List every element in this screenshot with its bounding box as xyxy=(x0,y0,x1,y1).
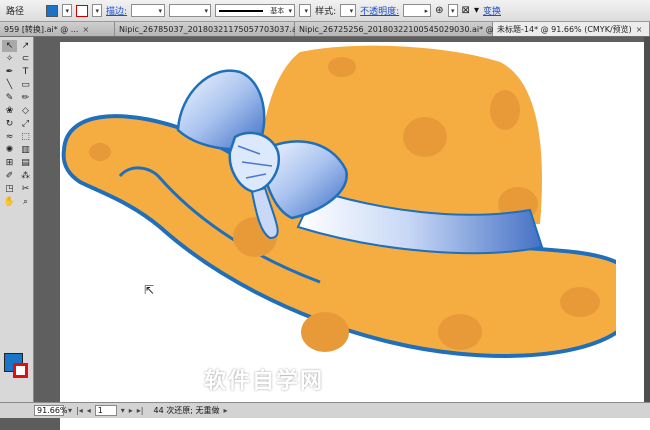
style-dropdown[interactable]: ▾ xyxy=(340,4,357,17)
warp-icon[interactable]: ≈ xyxy=(2,131,17,143)
tab-label: 959 [转换].ai* @ ... xyxy=(4,24,79,34)
magic-wand-icon[interactable]: ✧ xyxy=(2,53,17,65)
arrange-icon[interactable]: ▾ xyxy=(474,5,479,16)
close-icon[interactable]: × xyxy=(636,23,643,37)
paintbrush-icon[interactable]: ✎ xyxy=(2,92,17,104)
selection-icon[interactable]: ↖ xyxy=(2,40,17,52)
gradient-icon[interactable]: ▤ xyxy=(18,157,33,169)
control-bar: 路径 ▾ ▾ 描边: ▾ ▾ 基本 ▾ ▾ 样式: ▾ 不透明度: ▸ ⊛ ▾ ⊠… xyxy=(0,0,650,22)
zoom-dropdown-icon[interactable]: ▾ xyxy=(68,406,72,415)
selection-type-label: 路径 xyxy=(6,7,25,17)
vertical-scrollbar[interactable] xyxy=(644,37,650,402)
hand-icon[interactable]: ✋ xyxy=(2,196,17,208)
tools-panel: ↖ ↗ ✧ ⊂ ✒ T ╲ ▭ ✎ ✏ ❀ ◇ ↻ ⤢ ≈ ⬚ ✺ ▥ ⊞ ▤ ✐ ⁂ ◳ ✂ ✋ ⌕ xyxy=(0,37,34,402)
brush-options-icon[interactable]: ▾ xyxy=(299,4,312,17)
opacity-label[interactable]: 不透明度: xyxy=(360,4,399,17)
status-bar: 91.66% ▾ |◂ ◂ 1 ▾ ▸ ▸| 44 次还原; 无重做 ▸ xyxy=(0,402,650,418)
free-transform-icon[interactable]: ⬚ xyxy=(18,131,33,143)
eyedropper-icon[interactable]: ✐ xyxy=(2,170,17,182)
tab-label: Nipic_26725256_20180322100545029030.ai* … xyxy=(299,24,504,34)
page-field[interactable]: 1 xyxy=(94,405,117,416)
variable-width-dropdown[interactable]: ▾ xyxy=(169,4,212,17)
zoom-value: 91.66% xyxy=(37,406,68,415)
status-menu-icon[interactable]: ▸ xyxy=(223,406,227,415)
artboard[interactable] xyxy=(60,42,650,430)
stroke-dropdown-icon[interactable]: ▾ xyxy=(92,4,103,17)
opacity-field[interactable]: ▸ xyxy=(403,4,432,17)
recolor-dropdown-icon[interactable]: ▾ xyxy=(447,4,458,17)
type-icon[interactable]: T xyxy=(18,66,33,78)
stroke-swatch[interactable] xyxy=(76,4,89,17)
fill-swatch[interactable] xyxy=(46,4,59,17)
graph-icon[interactable]: ▥ xyxy=(18,144,33,156)
close-icon[interactable]: × xyxy=(82,23,89,37)
style-label: 样式: xyxy=(315,7,337,17)
brush-style-label: 基本 xyxy=(270,6,285,15)
tab-label: 未标题-14* @ 91.66% (CMYK/预览) xyxy=(497,24,632,34)
zoom-field[interactable]: 91.66% xyxy=(34,405,68,416)
stroke-weight-label[interactable]: 描边: xyxy=(106,4,127,17)
page-value: 1 xyxy=(97,406,103,415)
first-page-icon[interactable]: |◂ xyxy=(76,406,83,415)
next-page-icon[interactable]: ▸ xyxy=(129,406,133,415)
tab-document-2[interactable]: Nipic_26785037_20180321175057703037.ai* … xyxy=(115,22,335,36)
tab-label: Nipic_26785037_20180321175057703037.ai* … xyxy=(119,24,324,34)
tab-document-3[interactable]: Nipic_26725256_20180322100545029030.ai* … xyxy=(295,22,515,36)
blob-brush-icon[interactable]: ❀ xyxy=(2,105,17,117)
align-icon[interactable]: ⊠ xyxy=(462,5,470,16)
mesh-icon[interactable]: ⊞ xyxy=(2,157,17,169)
stroke-color-box[interactable] xyxy=(13,363,28,378)
tool-grid: ↖ ↗ ✧ ⊂ ✒ T ╲ ▭ ✎ ✏ ❀ ◇ ↻ ⤢ ≈ ⬚ ✺ ▥ ⊞ ▤ ✐ ⁂ ◳ ✂ ✋ ⌕ xyxy=(0,37,33,211)
direct-selection-icon[interactable]: ↗ xyxy=(18,40,33,52)
lasso-icon[interactable]: ⊂ xyxy=(18,53,33,65)
canvas-area[interactable]: ⇱ 软件自学网 RJZXW.COM xyxy=(34,37,650,430)
watermark-url: RJZXW.COM xyxy=(239,391,299,399)
fill-stroke-widget[interactable] xyxy=(4,353,32,381)
transform-link[interactable]: 变换 xyxy=(483,4,501,17)
rectangle-icon[interactable]: ▭ xyxy=(18,79,33,91)
scissors-icon[interactable]: ✂ xyxy=(18,183,33,195)
scale-icon[interactable]: ⤢ xyxy=(18,118,33,130)
pen-icon[interactable]: ✒ xyxy=(2,66,17,78)
hat-artwork[interactable] xyxy=(60,42,616,402)
mouse-cursor-icon: ⇱ xyxy=(144,283,155,297)
last-page-icon[interactable]: ▸| xyxy=(137,406,144,415)
page-dropdown-icon[interactable]: ▾ xyxy=(121,406,125,415)
zoom-icon[interactable]: ⌕ xyxy=(18,196,33,208)
status-text: 44 次还原; 无重做 xyxy=(153,406,220,415)
prev-page-icon[interactable]: ◂ xyxy=(87,406,91,415)
document-tabs: 959 [转换].ai* @ ... × Nipic_26785037_20180… xyxy=(0,22,650,37)
recolor-icon[interactable]: ⊛ xyxy=(435,5,443,16)
illustrator-window: 路径 ▾ ▾ 描边: ▾ ▾ 基本 ▾ ▾ 样式: ▾ 不透明度: ▸ ⊛ ▾ ⊠… xyxy=(0,0,650,430)
tab-document-1[interactable]: 959 [转换].ai* @ ... × xyxy=(0,22,115,37)
fill-dropdown-icon[interactable]: ▾ xyxy=(62,4,73,17)
line-icon[interactable]: ╲ xyxy=(2,79,17,91)
pencil-icon[interactable]: ✏ xyxy=(18,92,33,104)
slice-icon[interactable]: ◳ xyxy=(2,183,17,195)
eraser-icon[interactable]: ◇ xyxy=(18,105,33,117)
tab-document-active[interactable]: 未标题-14* @ 91.66% (CMYK/预览) × xyxy=(493,22,650,37)
brush-dropdown[interactable]: 基本 ▾ xyxy=(215,4,296,17)
stroke-weight-field[interactable]: ▾ xyxy=(131,4,166,17)
symbol-sprayer-icon[interactable]: ✺ xyxy=(2,144,17,156)
blend-icon[interactable]: ⁂ xyxy=(18,170,33,182)
rotate-icon[interactable]: ↻ xyxy=(2,118,17,130)
